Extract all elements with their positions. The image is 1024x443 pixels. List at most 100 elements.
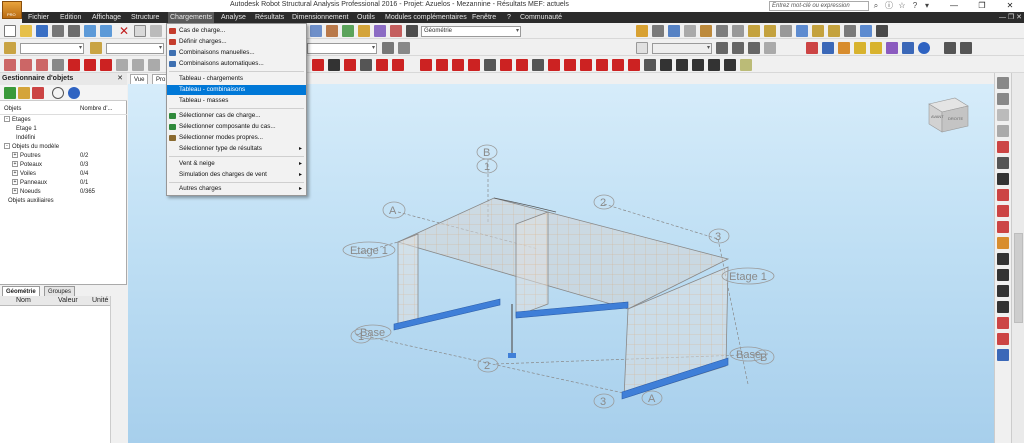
mdi-controls-icon[interactable]: — ❐ ✕	[999, 12, 1022, 23]
panel-icon[interactable]	[116, 59, 128, 71]
measure-icon[interactable]	[828, 25, 840, 37]
tool11-icon[interactable]	[997, 333, 1009, 345]
table4-icon[interactable]	[676, 59, 688, 71]
info-icon[interactable]: ⓘ	[884, 1, 894, 11]
calc-icon[interactable]	[342, 25, 354, 37]
tree-item-noeuds[interactable]: + Noeuds 0/365	[12, 188, 127, 197]
chevron-down-icon[interactable]: ▾	[922, 1, 932, 11]
menu-dimensionnement[interactable]: Dimensionnement	[290, 12, 350, 23]
tool6-icon[interactable]	[997, 253, 1009, 265]
menu-item-cas-de-charge[interactable]: Cas de charge...	[167, 26, 306, 36]
report-icon[interactable]	[870, 42, 882, 54]
scrollbar-thumb[interactable]	[1014, 233, 1023, 323]
preferences-icon[interactable]	[902, 42, 914, 54]
layer-combo[interactable]: Géométrie	[421, 26, 521, 37]
menu-chargements[interactable]: Chargements	[168, 12, 215, 23]
menu-item-definir-charges[interactable]: Définir charges...	[167, 37, 306, 47]
expand-icon[interactable]: -	[4, 116, 10, 123]
menu-edition[interactable]: Edition	[58, 12, 83, 23]
tool5-icon[interactable]	[997, 237, 1009, 249]
print-preview-icon[interactable]	[68, 25, 80, 37]
hinge-icon[interactable]	[376, 59, 388, 71]
menu-resultats[interactable]: Résultats	[253, 12, 286, 23]
filter-yellow-icon[interactable]	[18, 87, 30, 99]
check-icon[interactable]	[886, 42, 898, 54]
tab-groupes[interactable]: Groupes	[44, 286, 76, 296]
design-icon[interactable]	[390, 25, 402, 37]
menu-item-autres-charges[interactable]: Autres charges ▸	[167, 184, 306, 194]
truss-icon[interactable]	[20, 59, 32, 71]
tree-item-objets-auxiliaires[interactable]: Objets auxiliaires	[8, 197, 54, 206]
node2-icon[interactable]	[484, 59, 496, 71]
menu-item-vent-neige[interactable]: Vent & neige ▸	[167, 159, 306, 169]
section-icon[interactable]	[326, 25, 338, 37]
pencil-icon[interactable]	[812, 25, 824, 37]
menu-item-selectionner-type[interactable]: Sélectionner type de résultats ▸	[167, 144, 306, 154]
table3-icon[interactable]	[660, 59, 672, 71]
menu-item-selectionner-cas[interactable]: Sélectionner cas de charge...	[167, 111, 306, 121]
beam-icon[interactable]	[68, 59, 80, 71]
tree-item-objets-modele[interactable]: - Objets du modèle	[4, 143, 59, 152]
point-icon[interactable]	[564, 59, 576, 71]
layout2-icon[interactable]	[100, 25, 112, 37]
menu-item-tableau-chargements[interactable]: Tableau - chargements	[167, 74, 306, 84]
planar-icon[interactable]	[612, 59, 624, 71]
surface-icon[interactable]	[596, 59, 608, 71]
filter-red-icon[interactable]	[32, 87, 44, 99]
menu-fichier[interactable]: Fichier	[26, 12, 51, 23]
case-combo[interactable]	[106, 43, 164, 54]
grid5-icon[interactable]	[36, 59, 48, 71]
tool9-icon[interactable]	[997, 301, 1009, 313]
expand-icon[interactable]: +	[12, 152, 18, 159]
cursor-icon[interactable]	[4, 42, 16, 54]
table-icon[interactable]	[406, 25, 418, 37]
temp-icon[interactable]	[532, 59, 544, 71]
wall-middle[interactable]	[515, 211, 549, 317]
support-icon[interactable]	[328, 59, 340, 71]
maximize-button[interactable]: ❐	[968, 0, 996, 12]
app-logo[interactable]: PRO	[2, 1, 22, 19]
pressure-icon[interactable]	[516, 59, 528, 71]
menu-item-combinaisons-manuelles[interactable]: Combinaisons manuelles...	[167, 48, 306, 58]
tree-item-indefini[interactable]: Indéfini	[16, 134, 35, 143]
load-icon[interactable]	[700, 25, 712, 37]
tree-item-voiles[interactable]: + Voiles 0/4	[12, 170, 127, 179]
snow-icon[interactable]	[764, 25, 776, 37]
menu-item-tableau-combinaisons[interactable]: Tableau - combinaisons	[167, 85, 306, 95]
expand-icon[interactable]: +	[12, 161, 18, 168]
expand-icon[interactable]: +	[12, 188, 18, 195]
force3-icon[interactable]	[468, 59, 480, 71]
note-icon[interactable]	[854, 42, 866, 54]
search-icon[interactable]: ⌕	[871, 1, 881, 11]
calc2-icon[interactable]	[838, 42, 850, 54]
expand-icon[interactable]: +	[12, 170, 18, 177]
menu-analyse[interactable]: Analyse	[219, 12, 248, 23]
menu-item-selectionner-modes[interactable]: Sélectionner modes propres...	[167, 133, 306, 143]
tool1-icon[interactable]	[997, 173, 1009, 185]
mesh-icon[interactable]	[644, 59, 656, 71]
minimize-button[interactable]: —	[940, 0, 968, 12]
vertical-scrollbar[interactable]	[1011, 73, 1024, 443]
grid2-icon[interactable]	[716, 42, 728, 54]
filter-green-icon[interactable]	[4, 87, 16, 99]
close-button[interactable]: ✕	[996, 0, 1024, 12]
zoom-in-icon[interactable]	[997, 77, 1009, 89]
results-icon[interactable]	[374, 25, 386, 37]
menu-modules[interactable]: Modules complémentaires	[383, 12, 469, 23]
copy-icon[interactable]	[134, 25, 146, 37]
tool3-icon[interactable]	[997, 205, 1009, 217]
layout-icon[interactable]	[84, 25, 96, 37]
help-icon[interactable]	[68, 87, 80, 99]
pan-icon[interactable]	[997, 109, 1009, 121]
grid4-icon[interactable]	[748, 42, 760, 54]
menu-structure[interactable]: Structure	[129, 12, 161, 23]
tab-geometrie[interactable]: Géométrie	[2, 286, 40, 296]
force-icon[interactable]	[436, 59, 448, 71]
select-icon[interactable]	[806, 42, 818, 54]
grid3-icon[interactable]	[732, 42, 744, 54]
member-icon[interactable]	[668, 25, 680, 37]
menu-item-simulation-vent[interactable]: Simulation des charges de vent ▸	[167, 170, 306, 180]
display-icon[interactable]	[382, 42, 394, 54]
slab-icon[interactable]	[132, 59, 144, 71]
layers-icon[interactable]	[876, 25, 888, 37]
